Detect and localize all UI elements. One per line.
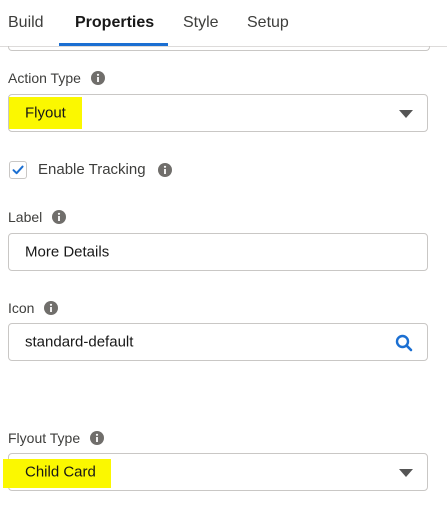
chevron-down-icon[interactable] bbox=[399, 110, 413, 118]
search-icon[interactable] bbox=[395, 334, 413, 352]
icon-field-label-row: Icon bbox=[8, 300, 59, 316]
label-field-label: Label bbox=[8, 209, 43, 225]
action-type-select[interactable]: Flyout bbox=[8, 94, 428, 132]
info-icon[interactable] bbox=[157, 162, 172, 177]
info-icon[interactable] bbox=[44, 301, 59, 315]
partial-input-field[interactable] bbox=[8, 46, 430, 51]
enable-tracking-label-row: Enable Tracking bbox=[38, 161, 172, 178]
tab-build[interactable]: Build bbox=[8, 14, 44, 32]
info-icon[interactable] bbox=[90, 71, 105, 85]
action-type-label: Action Type bbox=[8, 70, 81, 86]
icon-input[interactable]: standard-default bbox=[8, 323, 428, 361]
tab-setup[interactable]: Setup bbox=[247, 14, 289, 32]
icon-input-value: standard-default bbox=[25, 333, 134, 351]
info-icon[interactable] bbox=[52, 210, 67, 224]
flyout-type-label-row: Flyout Type bbox=[8, 430, 105, 446]
action-type-label-row: Action Type bbox=[8, 70, 105, 86]
check-icon bbox=[12, 165, 24, 175]
info-icon[interactable] bbox=[90, 431, 105, 445]
flyout-type-value: Child Card bbox=[25, 463, 96, 481]
chevron-down-icon[interactable] bbox=[399, 469, 413, 477]
flyout-type-select[interactable]: Child Card bbox=[3, 453, 428, 491]
label-input[interactable]: More Details bbox=[8, 233, 428, 271]
action-type-value: Flyout bbox=[25, 104, 66, 122]
icon-field-label: Icon bbox=[8, 300, 35, 316]
label-input-value: More Details bbox=[25, 243, 110, 261]
enable-tracking-checkbox[interactable] bbox=[9, 161, 27, 179]
tab-properties[interactable]: Properties bbox=[75, 14, 154, 32]
tab-style[interactable]: Style bbox=[183, 14, 219, 32]
enable-tracking-label: Enable Tracking bbox=[38, 161, 146, 178]
tab-bar: Build Properties Style Setup bbox=[0, 0, 447, 47]
label-field-label-row: Label bbox=[8, 209, 67, 225]
flyout-type-label: Flyout Type bbox=[8, 430, 81, 446]
